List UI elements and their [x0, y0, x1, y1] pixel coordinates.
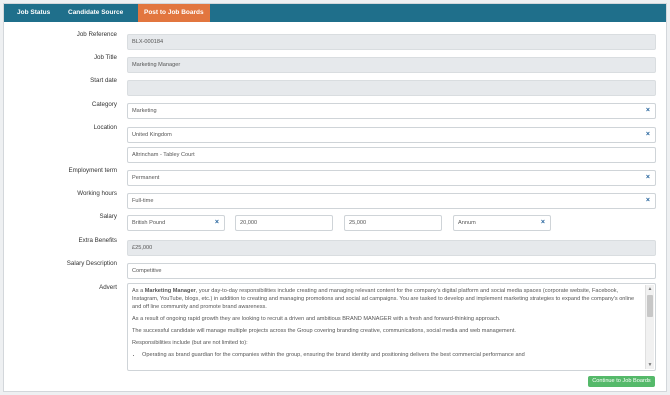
working-hours-label: Working hours — [77, 190, 117, 197]
clear-working-hours-icon[interactable]: × — [646, 194, 650, 208]
job-reference-field: BLX-000184 — [127, 34, 656, 50]
scrollbar-thumb[interactable] — [647, 295, 653, 317]
clear-period-icon[interactable]: × — [541, 216, 545, 230]
category-label: Category — [91, 101, 117, 108]
tab-job-status[interactable]: Job Status — [11, 4, 56, 22]
continue-to-job-boards-button[interactable]: Continue to Job Boards — [588, 376, 655, 387]
salary-label: Salary — [99, 213, 117, 220]
clear-category-icon[interactable]: × — [646, 104, 650, 118]
location-country-select[interactable]: United Kingdom × — [127, 127, 656, 143]
salary-currency-value: British Pound — [132, 220, 166, 226]
location-country-value: United Kingdom — [132, 132, 172, 138]
salary-description-input[interactable]: Competitive — [127, 263, 656, 279]
working-hours-value: Full-time — [132, 198, 154, 204]
tab-candidate-source[interactable]: Candidate Source — [62, 4, 129, 22]
advert-responsibilities-list: Operating as brand guardian for the comp… — [132, 351, 640, 359]
start-date-field — [127, 80, 656, 96]
location-label: Location — [93, 124, 117, 131]
start-date-label: Start date — [90, 77, 117, 84]
category-value: Marketing — [132, 108, 157, 114]
salary-period-select[interactable]: Annum × — [453, 215, 551, 231]
clear-location-icon[interactable]: × — [646, 128, 650, 142]
job-form-window: Job Status Candidate Source Post to Job … — [3, 3, 667, 392]
advert-editor[interactable]: As a Marketing Manager, your day-to-day … — [127, 283, 656, 371]
scroll-up-icon[interactable]: ▲ — [647, 286, 653, 292]
tab-post-to-job-boards[interactable]: Post to Job Boards — [138, 4, 210, 22]
salary-period-value: Annum — [458, 220, 476, 226]
advert-paragraph-3: The successful candidate will manage mul… — [132, 328, 516, 334]
advert-label: Advert — [99, 284, 117, 291]
advert-content: As a Marketing Manager, your day-to-day … — [132, 287, 640, 359]
location-site-field[interactable]: Altrincham - Tabley Court — [127, 147, 656, 163]
extra-benefits-label: Extra Benefits — [78, 237, 117, 244]
job-title-label: Job Title — [93, 54, 117, 61]
extra-benefits-field: £25,000 — [127, 240, 656, 256]
advert-role-bold: Marketing Manager — [144, 288, 196, 294]
employment-term-select[interactable]: Permanent × — [127, 170, 656, 186]
employment-term-value: Permanent — [132, 175, 160, 181]
working-hours-select[interactable]: Full-time × — [127, 193, 656, 209]
clear-employment-term-icon[interactable]: × — [646, 171, 650, 185]
job-title-field: Marketing Manager — [127, 57, 656, 73]
advert-paragraph-1: As a Marketing Manager, your day-to-day … — [132, 288, 635, 310]
scroll-down-icon[interactable]: ▼ — [647, 362, 653, 368]
job-reference-label: Job Reference — [76, 31, 117, 38]
advert-bullet-1: Operating as brand guardian for the comp… — [142, 351, 640, 359]
salary-max-input[interactable]: 25,000 — [344, 215, 442, 231]
category-select[interactable]: Marketing × — [127, 103, 656, 119]
tab-bar: Job Status Candidate Source Post to Job … — [4, 4, 666, 22]
salary-description-label: Salary Description — [66, 260, 117, 267]
employment-term-label: Employment term — [68, 167, 117, 174]
advert-scrollbar[interactable]: ▲ ▼ — [645, 285, 654, 369]
salary-currency-select[interactable]: British Pound × — [127, 215, 225, 231]
salary-min-input[interactable]: 20,000 — [235, 215, 333, 231]
clear-currency-icon[interactable]: × — [215, 216, 219, 230]
advert-paragraph-4: Responsibilities include (but are not li… — [132, 340, 248, 346]
advert-paragraph-2: As a result of ongoing rapid growth they… — [132, 316, 501, 322]
